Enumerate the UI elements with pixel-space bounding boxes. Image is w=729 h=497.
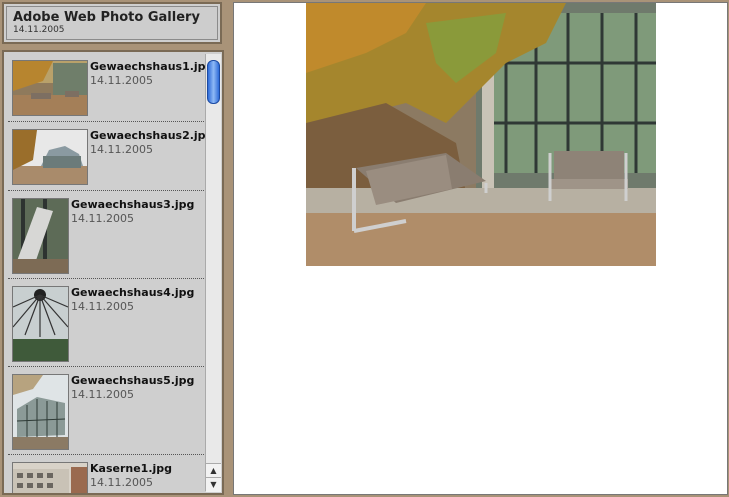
thumbnail-item-gewaechshaus2[interactable]: Gewaechshaus2.jpg 14.11.2005 [8,121,207,191]
thumbnail-filename: Kaserne1.jpg [90,462,173,475]
thumbnail-item-gewaechshaus4[interactable]: Gewaechshaus4.jpg 14.11.2005 [8,278,204,367]
thumbnail-date: 14.11.2005 [90,143,153,156]
thumbnail-filename: Gewaechshaus2.jpg [90,129,207,142]
thumbnail-image[interactable] [12,129,88,185]
photo-viewer [233,2,728,495]
thumbnail-filename: Gewaechshaus1.jpg [90,60,207,73]
thumbnail-image[interactable] [12,462,88,493]
thumbnail-image[interactable] [12,286,69,362]
gallery-date: 14.11.2005 [13,25,65,35]
thumbnail-image[interactable] [12,60,88,116]
thumbnail-date: 14.11.2005 [90,476,153,489]
thumbnail-filename: Gewaechshaus3.jpg [71,198,195,211]
thumbnail-date: 14.11.2005 [90,74,153,87]
gallery-header-panel: Adobe Web Photo Gallery 14.11.2005 [6,6,218,40]
scroll-up-arrow-icon[interactable]: ▲ [206,463,221,478]
thumbnail-date: 14.11.2005 [71,388,134,401]
thumbnail-filename: Gewaechshaus5.jpg [71,374,195,387]
thumbnail-item-gewaechshaus3[interactable]: Gewaechshaus3.jpg 14.11.2005 [8,190,204,279]
thumbnail-list: Gewaechshaus1.jpg 14.11.2005 Gewaechshau… [4,52,207,493]
thumbnail-item-gewaechshaus5[interactable]: Gewaechshaus5.jpg 14.11.2005 [8,366,204,455]
thumbnail-sidebar: Gewaechshaus1.jpg 14.11.2005 Gewaechshau… [2,50,224,495]
thumbnail-image[interactable] [12,374,69,450]
thumbnail-filename: Gewaechshaus4.jpg [71,286,195,299]
thumbnail-date: 14.11.2005 [71,212,134,225]
thumbnail-date: 14.11.2005 [71,300,134,313]
gallery-title: Adobe Web Photo Gallery [13,10,200,25]
gallery-header: Adobe Web Photo Gallery 14.11.2005 [2,2,222,44]
list-scrollbar[interactable]: ▲ ▼ [205,54,221,492]
thumbnail-image[interactable] [12,198,69,274]
thumbnail-item-kaserne1[interactable]: Kaserne1.jpg 14.11.2005 [8,454,204,493]
scrollbar-thumb[interactable] [207,60,220,104]
scroll-down-arrow-icon[interactable]: ▼ [206,477,221,492]
main-photo [306,3,656,266]
thumbnail-item-gewaechshaus1[interactable]: Gewaechshaus1.jpg 14.11.2005 [8,52,207,122]
